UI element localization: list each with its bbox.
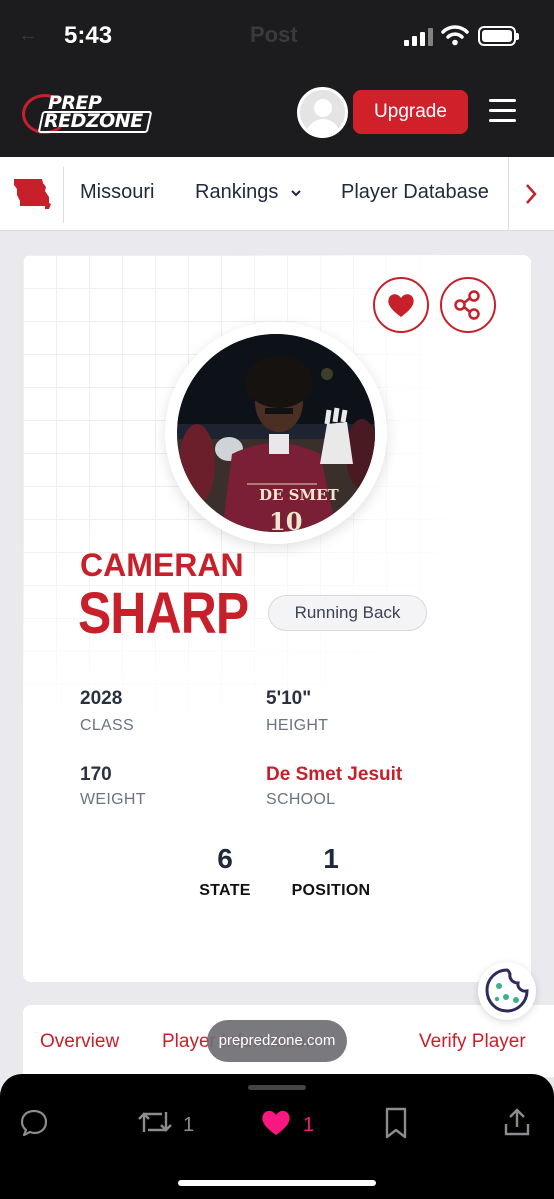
svg-text:10: 10 (269, 507, 302, 532)
cookie-icon (485, 968, 529, 1013)
bookmark-icon[interactable] (382, 1106, 410, 1140)
state-rank-label: STATE (199, 882, 251, 899)
back-arrow-icon[interactable]: ← (18, 24, 38, 47)
menu-icon[interactable] (489, 99, 516, 123)
weight-value: 170 (80, 764, 112, 785)
retweet-icon[interactable] (136, 1106, 174, 1138)
ghost-title: Post (250, 22, 298, 47)
nav-item-player-database[interactable]: Player Database (341, 181, 489, 204)
class-value: 2028 (80, 688, 123, 709)
player-first-name: CAMERAN (80, 547, 244, 583)
cellular-signal-icon (404, 28, 434, 46)
tab-overview[interactable]: Overview (40, 1031, 119, 1053)
app-header: ← 5:43 Post PREP REDZONE Upgrade (0, 0, 554, 157)
like-count: 1 (303, 1114, 315, 1136)
prep-redzone-logo[interactable]: PREP REDZONE (22, 90, 153, 136)
bottom-toolbar: 1 1 (0, 1074, 554, 1199)
retweet-count: 1 (183, 1114, 195, 1136)
reply-icon[interactable] (18, 1106, 50, 1138)
upgrade-button[interactable]: Upgrade (353, 90, 468, 134)
home-indicator (178, 1180, 376, 1186)
school-link[interactable]: De Smet Jesuit (266, 764, 402, 786)
player-last-name: SHARP (78, 581, 249, 646)
chevron-right-icon[interactable] (524, 182, 538, 206)
weight-label: WEIGHT (80, 791, 146, 808)
chevron-down-icon (291, 190, 301, 197)
position-rank-value: 1 (323, 843, 339, 874)
state-rank-value: 6 (217, 843, 233, 874)
position-rank-label: POSITION (291, 882, 371, 899)
favorite-button[interactable] (373, 277, 429, 333)
share-icon (454, 290, 480, 320)
section-nav: Missouri Rankings Player Database (0, 157, 554, 231)
height-label: HEIGHT (266, 717, 329, 734)
nav-item-rankings-label: Rankings (195, 181, 279, 203)
position-badge: Running Back (268, 595, 427, 631)
heart-icon (388, 294, 414, 317)
player-card: DE SMET 10 CAMERAN SHARP Running Back 20… (23, 255, 531, 982)
status-time: 5:43 (64, 22, 113, 49)
sheet-grabber[interactable] (248, 1085, 306, 1090)
player-photo: DE SMET 10 (177, 334, 375, 532)
tab-verify-player[interactable]: Verify Player (419, 1031, 526, 1053)
nav-item-missouri[interactable]: Missouri (80, 181, 154, 204)
school-label: SCHOOL (266, 791, 336, 808)
class-label: CLASS (80, 717, 134, 734)
battery-icon (478, 26, 519, 46)
url-toast: prepredzone.com (207, 1020, 347, 1062)
cookie-settings-button[interactable] (478, 962, 536, 1020)
jersey-text: DE SMET (259, 486, 340, 504)
missouri-state-icon[interactable] (12, 177, 52, 211)
height-value: 5'10" (266, 688, 312, 709)
share-upload-icon[interactable] (502, 1106, 532, 1138)
like-icon[interactable] (259, 1106, 293, 1138)
nav-item-rankings[interactable]: Rankings (195, 181, 302, 204)
player-photo-frame: DE SMET 10 (165, 322, 387, 544)
user-avatar[interactable] (297, 87, 348, 138)
wifi-icon (441, 25, 469, 46)
share-button[interactable] (440, 277, 496, 333)
